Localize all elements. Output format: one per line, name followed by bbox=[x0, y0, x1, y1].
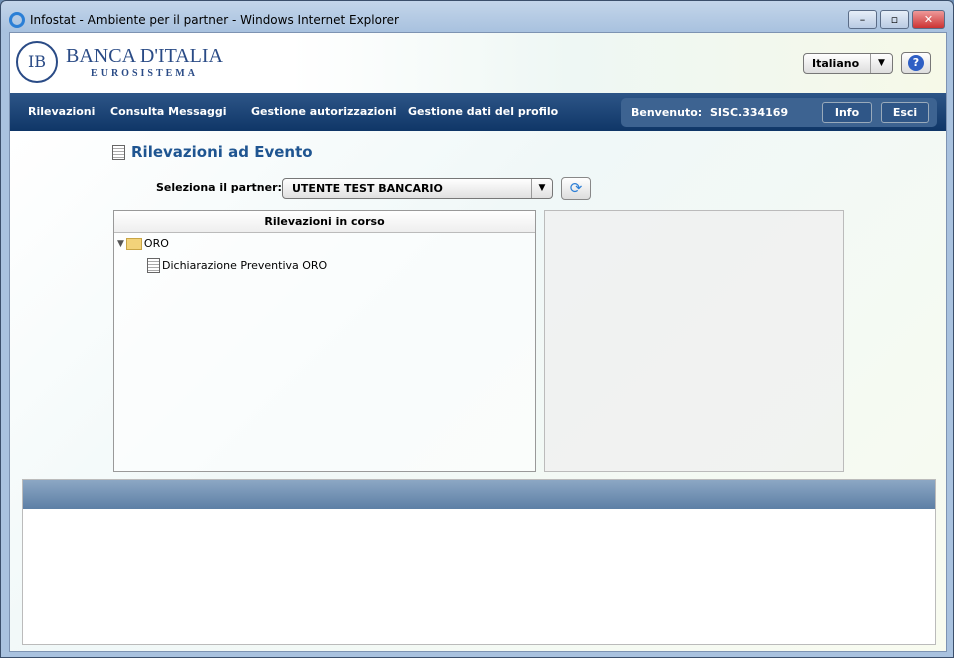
language-select[interactable]: Italiano ▼ bbox=[803, 53, 893, 74]
partner-value: UTENTE TEST BANCARIO bbox=[292, 182, 443, 195]
ie-icon bbox=[9, 12, 25, 28]
chevron-down-icon: ▼ bbox=[870, 54, 892, 73]
partner-select[interactable]: UTENTE TEST BANCARIO ▼ bbox=[282, 178, 553, 199]
document-icon bbox=[147, 258, 160, 273]
bottom-panel bbox=[22, 479, 936, 645]
refresh-button[interactable]: ⟳ bbox=[561, 177, 591, 200]
brand-sub: EUROSISTEMA bbox=[91, 68, 198, 79]
help-button[interactable]: ? bbox=[901, 52, 931, 74]
nav-gestione-autorizzazioni[interactable]: Gestione autorizzazioni bbox=[251, 105, 397, 118]
nav-consulta-messaggi[interactable]: Consulta Messaggi bbox=[110, 105, 227, 118]
page-title: Rilevazioni ad Evento bbox=[131, 143, 313, 161]
nav-gestione-profilo[interactable]: Gestione dati del profilo bbox=[408, 105, 558, 118]
refresh-icon: ⟳ bbox=[569, 179, 583, 197]
close-button[interactable]: ✕ bbox=[912, 10, 945, 29]
banca-italia-logo: IB BANCA D'ITALIA EUROSISTEMA bbox=[16, 41, 223, 83]
document-icon bbox=[112, 144, 125, 160]
seal-icon: IB bbox=[16, 41, 58, 83]
partner-label: Seleziona il partner: bbox=[156, 181, 282, 194]
username: SISC.334169 bbox=[710, 106, 789, 119]
welcome-label: Benvenuto: bbox=[631, 106, 703, 119]
bottom-panel-header bbox=[23, 480, 935, 509]
folder-label: ORO bbox=[143, 237, 169, 250]
expand-icon[interactable]: ▼ bbox=[117, 239, 124, 249]
info-button[interactable]: Info bbox=[822, 102, 872, 123]
window-title: Infostat - Ambiente per il partner - Win… bbox=[30, 13, 399, 27]
help-icon: ? bbox=[908, 55, 924, 71]
rilevazioni-tree: Rilevazioni in corso ▼ ORO Dichiarazione … bbox=[113, 210, 536, 472]
logout-button[interactable]: Esci bbox=[881, 102, 929, 123]
nav-rilevazioni[interactable]: Rilevazioni bbox=[28, 105, 95, 118]
chevron-down-icon: ▼ bbox=[531, 179, 552, 198]
maximize-button[interactable]: ▫ bbox=[880, 10, 909, 29]
welcome-panel: Benvenuto: SISC.334169 Info Esci bbox=[621, 98, 937, 127]
tree-item[interactable]: Dichiarazione Preventiva ORO bbox=[147, 258, 327, 273]
browser-window: Infostat - Ambiente per il partner - Win… bbox=[0, 0, 954, 658]
folder-icon bbox=[125, 237, 142, 250]
main-nav: Rilevazioni Consulta Messaggi Gestione a… bbox=[10, 93, 946, 131]
tree-folder-oro[interactable]: ▼ ORO bbox=[117, 237, 169, 250]
language-value: Italiano bbox=[812, 57, 860, 70]
brand-name: BANCA D'ITALIA bbox=[66, 45, 223, 67]
tree-header: Rilevazioni in corso bbox=[114, 211, 535, 233]
title-bar: Infostat - Ambiente per il partner - Win… bbox=[9, 10, 399, 30]
detail-panel bbox=[544, 210, 844, 472]
minimize-button[interactable]: – bbox=[848, 10, 877, 29]
tree-item-label: Dichiarazione Preventiva ORO bbox=[162, 259, 328, 272]
